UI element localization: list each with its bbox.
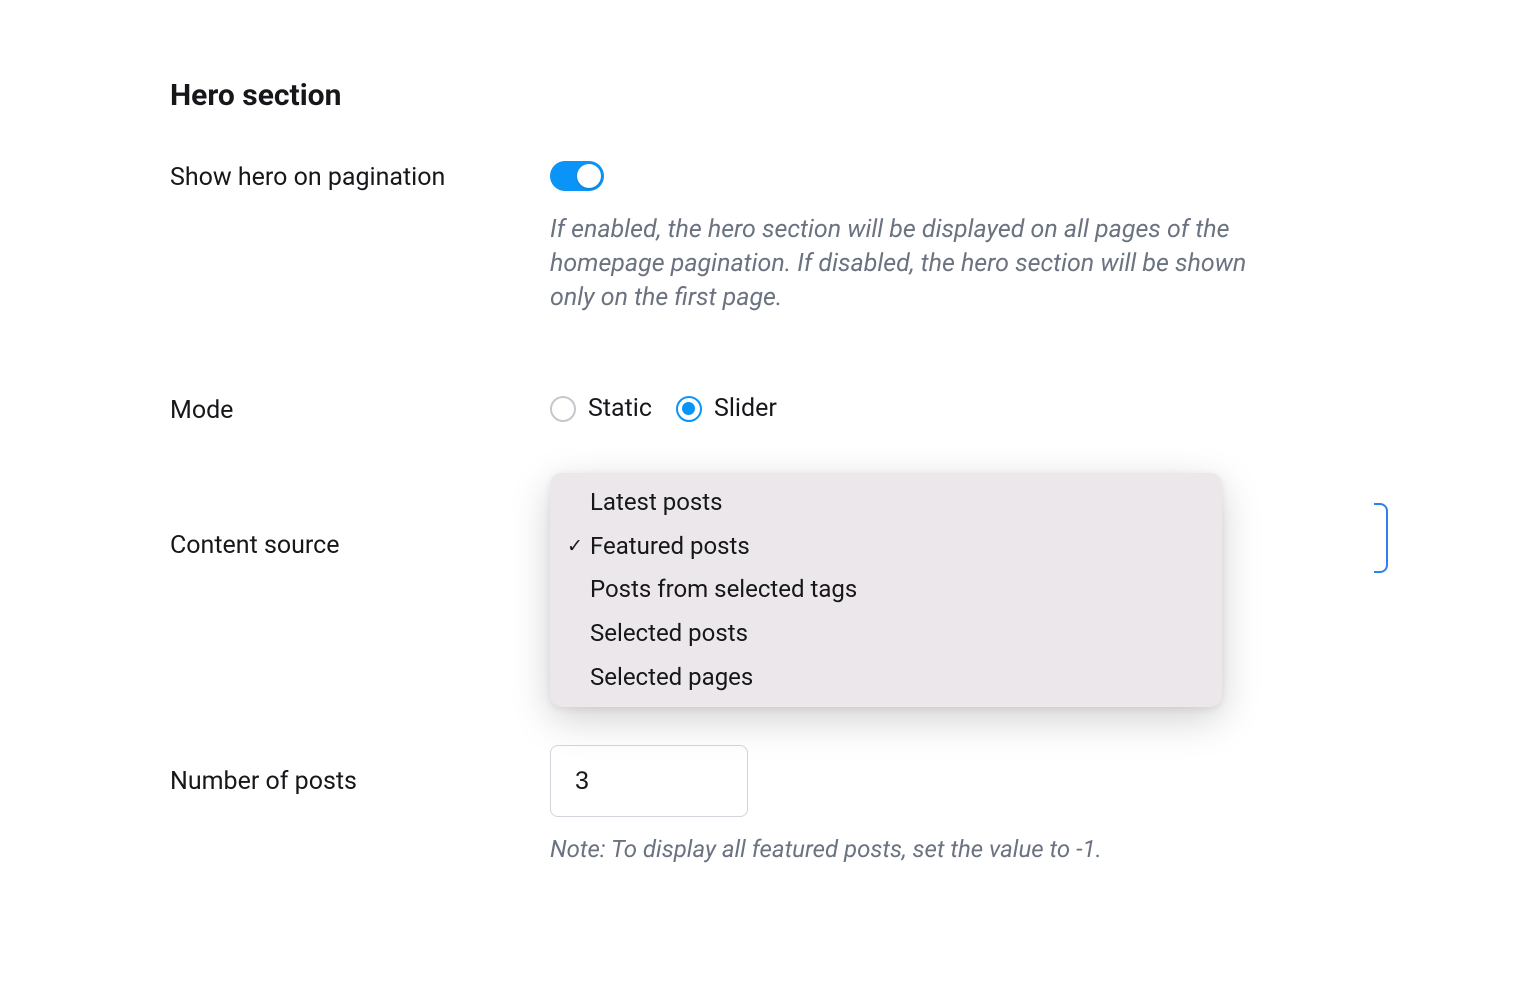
dropdown-option-posts-selected-tags[interactable]: Posts from selected tags: [550, 568, 1222, 612]
label-mode: Mode: [170, 396, 550, 425]
dropdown-option-selected-posts[interactable]: Selected posts: [550, 612, 1222, 656]
dropdown-underlying-select-edge: [1374, 503, 1388, 573]
dropdown-option-featured-posts[interactable]: ✓ Featured posts: [550, 525, 1222, 569]
toggle-show-hero-pagination[interactable]: [550, 161, 604, 191]
radio-label-static: Static: [588, 394, 652, 423]
row-content-source: Content source Latest posts ✓ Featured p…: [170, 473, 1370, 707]
radio-circle-static: [550, 396, 576, 422]
helper-show-hero-pagination: If enabled, the hero section will be dis…: [550, 213, 1250, 314]
radio-group-mode: Static Slider: [550, 394, 1370, 423]
radio-circle-slider: [676, 396, 702, 422]
dropdown-menu-content-source: Latest posts ✓ Featured posts Posts from…: [550, 473, 1222, 707]
dropdown-option-label: Selected pages: [590, 661, 753, 695]
dropdown-option-selected-pages[interactable]: Selected pages: [550, 656, 1222, 700]
dropdown-content-source[interactable]: Latest posts ✓ Featured posts Posts from…: [550, 473, 1370, 707]
note-number-of-posts: Note: To display all featured posts, set…: [550, 835, 1370, 863]
radio-mode-static[interactable]: Static: [550, 394, 652, 423]
row-mode: Mode Static Slider: [170, 394, 1370, 425]
toggle-knob: [577, 164, 601, 188]
section-title: Hero section: [170, 78, 1370, 113]
dropdown-option-latest-posts[interactable]: Latest posts: [550, 481, 1222, 525]
row-number-of-posts: Number of posts Note: To display all fea…: [170, 745, 1370, 863]
input-number-of-posts[interactable]: [550, 745, 748, 817]
label-content-source: Content source: [170, 531, 550, 560]
row-show-hero-pagination: Show hero on pagination If enabled, the …: [170, 161, 1370, 314]
label-number-of-posts: Number of posts: [170, 767, 550, 796]
dropdown-option-label: Posts from selected tags: [590, 573, 857, 607]
radio-label-slider: Slider: [714, 394, 777, 423]
dropdown-option-label: Featured posts: [590, 530, 750, 564]
settings-panel: Hero section Show hero on pagination If …: [170, 78, 1370, 911]
dropdown-option-label: Selected posts: [590, 617, 748, 651]
radio-mode-slider[interactable]: Slider: [676, 394, 777, 423]
label-show-hero-pagination: Show hero on pagination: [170, 163, 550, 192]
check-icon: ✓: [564, 533, 586, 560]
dropdown-option-label: Latest posts: [590, 486, 723, 520]
